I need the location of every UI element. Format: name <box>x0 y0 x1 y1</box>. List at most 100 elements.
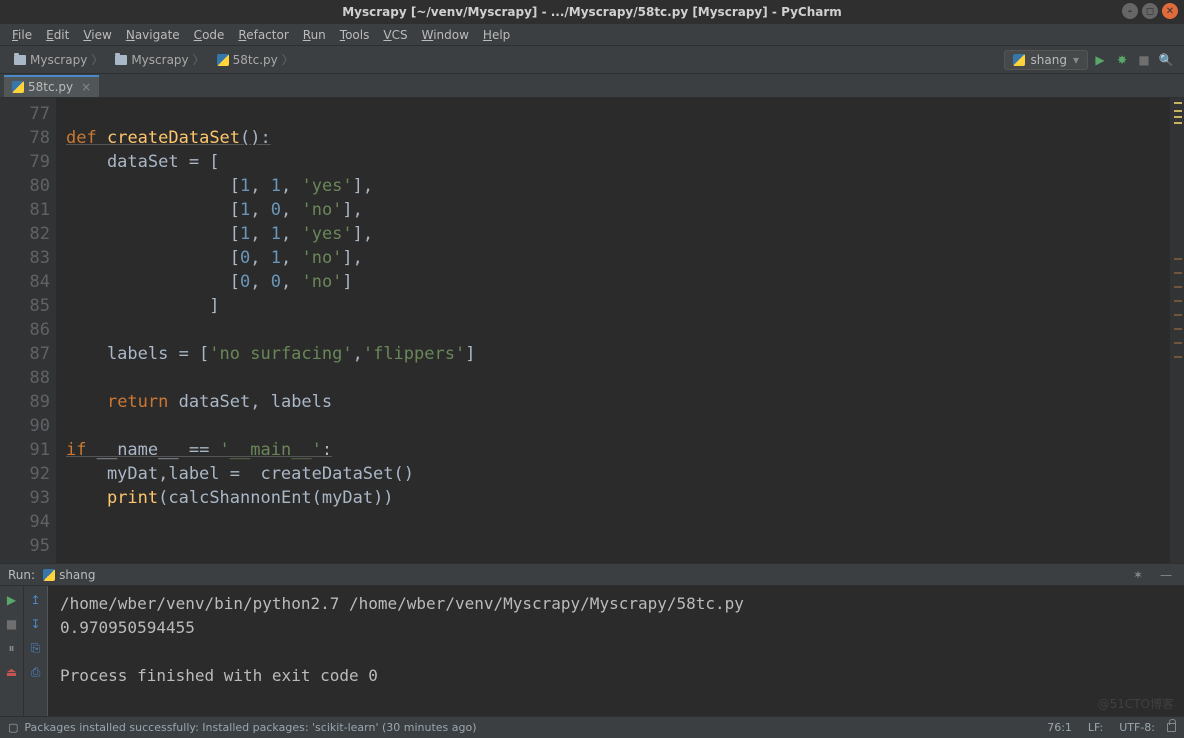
line-number[interactable]: 79 <box>0 150 50 174</box>
menu-file[interactable]: File <box>6 26 38 44</box>
exit-button[interactable]: ⏏ <box>4 664 20 680</box>
menu-code[interactable]: Code <box>188 26 231 44</box>
maximize-icon[interactable]: ◻ <box>1142 3 1158 19</box>
code-editor[interactable]: def createDataSet(): dataSet = [ [1, 1, … <box>56 98 1170 563</box>
menu-bar: FileEditViewNavigateCodeRefactorRunTools… <box>0 24 1184 46</box>
menu-navigate[interactable]: Navigate <box>120 26 186 44</box>
lock-icon[interactable] <box>1167 723 1176 732</box>
print-icon[interactable]: ⎙ <box>28 664 44 680</box>
menu-edit[interactable]: Edit <box>40 26 75 44</box>
status-icon[interactable]: ▢ <box>8 721 18 734</box>
code-line[interactable] <box>66 414 1170 438</box>
menu-window[interactable]: Window <box>416 26 475 44</box>
file-tab[interactable]: 58tc.py × <box>4 75 99 97</box>
code-line[interactable]: ] <box>66 294 1170 318</box>
chevron-right-icon: 〉 <box>282 51 294 68</box>
menu-help[interactable]: Help <box>477 26 516 44</box>
chevron-right-icon: 〉 <box>91 51 103 68</box>
line-number[interactable]: 85 <box>0 294 50 318</box>
line-number[interactable]: 92 <box>0 462 50 486</box>
line-separator[interactable]: LF: <box>1080 721 1111 734</box>
pause-button[interactable]: ⏸ <box>4 640 20 656</box>
close-tab-icon[interactable]: × <box>77 80 91 94</box>
soft-wrap-icon[interactable]: ⎘ <box>28 640 44 656</box>
line-number[interactable]: 95 <box>0 534 50 558</box>
close-icon[interactable]: ✕ <box>1162 3 1178 19</box>
window-title: Myscrapy [~/venv/Myscrapy] - .../Myscrap… <box>342 5 842 19</box>
debug-button[interactable]: ✸ <box>1112 50 1132 70</box>
line-number[interactable]: 88 <box>0 366 50 390</box>
line-number[interactable]: 87 <box>0 342 50 366</box>
up-nav-icon[interactable]: ↥ <box>28 592 44 608</box>
status-bar: ▢ Packages installed successfully: Insta… <box>0 716 1184 738</box>
code-line[interactable]: def createDataSet(): <box>66 126 1170 150</box>
chevron-right-icon: 〉 <box>193 51 205 68</box>
code-line[interactable] <box>66 510 1170 534</box>
minimize-icon[interactable]: ‐ <box>1122 3 1138 19</box>
code-line[interactable] <box>66 366 1170 390</box>
run-button[interactable]: ▶ <box>1090 50 1110 70</box>
line-number[interactable]: 91▶ <box>0 438 50 462</box>
code-line[interactable]: return dataSet, labels <box>66 390 1170 414</box>
line-number[interactable]: 89 <box>0 390 50 414</box>
line-number[interactable]: 90 <box>0 414 50 438</box>
code-line[interactable]: [0, 0, 'no'] <box>66 270 1170 294</box>
line-number[interactable]: 77 <box>0 102 50 126</box>
menu-tools[interactable]: Tools <box>334 26 376 44</box>
nav-toolbar: Myscrapy〉Myscrapy〉58tc.py〉 shang ▾ ▶ ✸ ■… <box>0 46 1184 74</box>
hide-tool-icon[interactable]: — <box>1156 565 1176 585</box>
python-icon <box>217 54 229 66</box>
title-bar: Myscrapy [~/venv/Myscrapy] - .../Myscrap… <box>0 0 1184 24</box>
down-nav-icon[interactable]: ↧ <box>28 616 44 632</box>
line-number[interactable]: 78 <box>0 126 50 150</box>
line-number[interactable]: 94 <box>0 510 50 534</box>
line-number[interactable]: 93 <box>0 486 50 510</box>
breadcrumb-item[interactable]: Myscrapy〉 <box>109 49 210 70</box>
console-output[interactable]: /home/wber/venv/bin/python2.7 /home/wber… <box>48 586 1184 716</box>
code-line[interactable]: labels = ['no surfacing','flippers'] <box>66 342 1170 366</box>
line-number[interactable]: 86 <box>0 318 50 342</box>
menu-refactor[interactable]: Refactor <box>232 26 294 44</box>
breadcrumb-item[interactable]: 58tc.py〉 <box>211 49 300 70</box>
line-number[interactable]: 81 <box>0 198 50 222</box>
search-button[interactable]: 🔍 <box>1156 50 1176 70</box>
rerun-button[interactable]: ▶ <box>4 592 20 608</box>
line-gutter[interactable]: 777879808182838485868788899091▶92939495 <box>0 98 56 563</box>
status-message[interactable]: Packages installed successfully: Install… <box>24 721 476 734</box>
gear-icon[interactable]: ✶ <box>1128 565 1148 585</box>
run-tool-config[interactable]: shang <box>43 568 95 582</box>
code-line[interactable]: [0, 1, 'no'], <box>66 246 1170 270</box>
menu-vcs[interactable]: VCS <box>377 26 413 44</box>
menu-run[interactable]: Run <box>297 26 332 44</box>
folder-icon <box>14 55 26 65</box>
run-config-selector[interactable]: shang ▾ <box>1004 50 1088 70</box>
stop-button[interactable]: ■ <box>4 616 20 632</box>
code-line[interactable]: [1, 1, 'yes'], <box>66 222 1170 246</box>
file-encoding[interactable]: UTF-8: <box>1111 721 1163 734</box>
run-tool-header[interactable]: Run: shang ✶ — <box>0 564 1184 586</box>
code-line[interactable]: myDat,label = createDataSet() <box>66 462 1170 486</box>
code-line[interactable] <box>66 318 1170 342</box>
python-icon <box>12 81 24 93</box>
error-stripe[interactable] <box>1170 98 1184 563</box>
code-line[interactable] <box>66 534 1170 558</box>
window-controls: ‐ ◻ ✕ <box>1122 3 1178 19</box>
code-line[interactable]: dataSet = [ <box>66 150 1170 174</box>
code-line[interactable]: [1, 0, 'no'], <box>66 198 1170 222</box>
menu-view[interactable]: View <box>77 26 117 44</box>
code-line[interactable] <box>66 102 1170 126</box>
breadcrumb[interactable]: Myscrapy〉Myscrapy〉58tc.py〉 <box>8 49 300 70</box>
line-number[interactable]: 80 <box>0 174 50 198</box>
run-config-label: shang <box>1031 53 1067 67</box>
folder-icon <box>115 55 127 65</box>
breadcrumb-item[interactable]: Myscrapy〉 <box>8 49 109 70</box>
code-line[interactable]: if __name__ == '__main__': <box>66 438 1170 462</box>
cursor-position[interactable]: 76:1 <box>1039 721 1080 734</box>
line-number[interactable]: 84 <box>0 270 50 294</box>
line-number[interactable]: 83 <box>0 246 50 270</box>
line-number[interactable]: 82 <box>0 222 50 246</box>
stop-button[interactable]: ■ <box>1134 50 1154 70</box>
code-line[interactable]: print(calcShannonEnt(myDat)) <box>66 486 1170 510</box>
code-line[interactable]: [1, 1, 'yes'], <box>66 174 1170 198</box>
watermark: @51CTO博客 <box>1098 695 1174 712</box>
